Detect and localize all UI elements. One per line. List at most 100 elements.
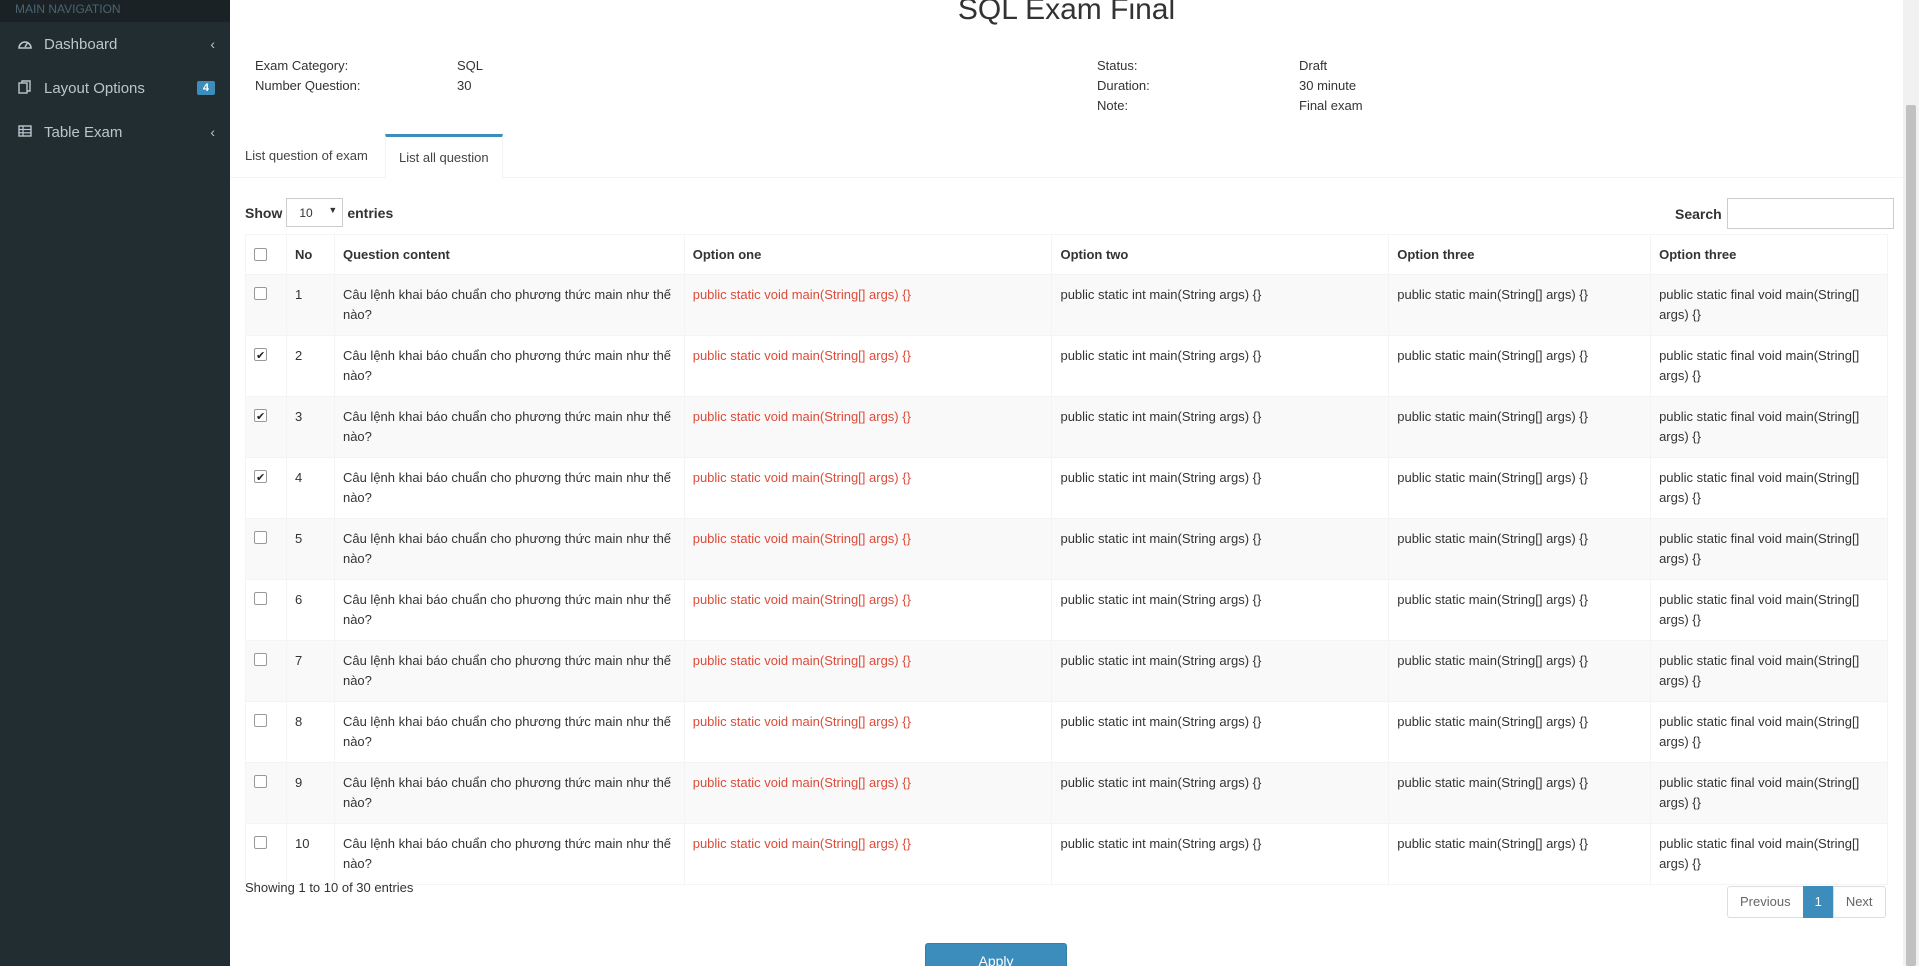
table-row[interactable]: 8 Câu lệnh khai báo chuẩn cho phương thức…: [245, 701, 1888, 763]
table-row[interactable]: 7 Câu lệnh khai báo chuẩn cho phương thức…: [245, 640, 1888, 702]
option-three: public static main(String[] args) {}: [1388, 701, 1652, 763]
sidebar-item-table-exam[interactable]: Table Exam ‹: [0, 110, 230, 154]
info-label: Duration:: [1097, 78, 1150, 93]
column-header[interactable]: Question content: [333, 234, 685, 275]
row-checkbox[interactable]: [254, 653, 267, 666]
row-select-cell: [245, 335, 287, 397]
tab-bar: List question of exam List all question: [230, 134, 1903, 179]
table-row[interactable]: 2Câu lệnh khai báo chuẩn cho phương thức…: [245, 335, 1888, 397]
question-content: Câu lệnh khai báo chuẩn cho phương thức …: [333, 640, 685, 702]
option-two: public static int main(String args) {}: [1051, 701, 1390, 763]
search-input[interactable]: [1726, 198, 1894, 229]
column-header[interactable]: Option one: [683, 234, 1053, 275]
column-header[interactable]: Option three: [1388, 234, 1652, 275]
table-row[interactable]: 4Câu lệnh khai báo chuẩn cho phương thức…: [245, 457, 1888, 519]
search-control: Search: [1675, 198, 1894, 229]
questions-table: No Question content Option one Option tw…: [245, 234, 1888, 885]
table-row[interactable]: 3Câu lệnh khai báo chuẩn cho phương thức…: [245, 396, 1888, 458]
row-checkbox[interactable]: [254, 287, 267, 300]
row-checkbox[interactable]: [254, 468, 267, 488]
table-row[interactable]: 9 Câu lệnh khai báo chuẩn cho phương thức…: [245, 762, 1888, 824]
row-checkbox[interactable]: [254, 836, 267, 849]
page-length-control: Show 10 ▼ entries: [245, 198, 393, 227]
files-icon: [18, 79, 40, 97]
column-header[interactable]: Option three: [1650, 234, 1888, 275]
option-two: public static int main(String args) {}: [1051, 762, 1390, 824]
option-one: public static void main(String[] args) {…: [683, 701, 1053, 763]
option-four: public static final void main(String[] a…: [1650, 457, 1888, 519]
sidebar-item-layout-options[interactable]: Layout Options 4: [0, 66, 230, 110]
previous-page-button[interactable]: Previous: [1727, 886, 1804, 918]
table-row[interactable]: 1 Câu lệnh khai báo chuẩn cho phương thức…: [245, 274, 1888, 336]
row-select-cell: [245, 579, 287, 641]
row-checkbox[interactable]: [254, 775, 267, 788]
column-header[interactable]: No: [285, 234, 335, 275]
sidebar: MAIN NAVIGATION Dashboard ‹ Layout Optio…: [0, 0, 230, 966]
row-select-cell: [245, 762, 287, 824]
row-number: 1: [285, 274, 335, 336]
option-four: public static final void main(String[] a…: [1650, 396, 1888, 458]
option-four: public static final void main(String[] a…: [1650, 579, 1888, 641]
question-content: Câu lệnh khai báo chuẩn cho phương thức …: [333, 396, 685, 458]
option-four: public static final void main(String[] a…: [1650, 701, 1888, 763]
next-page-button[interactable]: Next: [1832, 886, 1886, 918]
scrollbar[interactable]: [1903, 0, 1919, 966]
option-two: public static int main(String args) {}: [1051, 457, 1390, 519]
sidebar-item-dashboard[interactable]: Dashboard ‹: [0, 22, 230, 66]
row-number: 4: [285, 457, 335, 519]
row-number: 8: [285, 701, 335, 763]
page-length-select[interactable]: 10 ▼: [286, 198, 344, 227]
option-three: public static main(String[] args) {}: [1388, 640, 1652, 702]
pagination: Previous 1 Next: [1727, 886, 1886, 918]
row-number: 9: [285, 762, 335, 824]
option-one: public static void main(String[] args) {…: [683, 640, 1053, 702]
scrollbar-thumb[interactable]: [1906, 105, 1916, 966]
sidebar-item-label: Layout Options: [44, 79, 145, 97]
select-all-checkbox[interactable]: [254, 247, 267, 261]
option-four: public static final void main(String[] a…: [1650, 640, 1888, 702]
table-row[interactable]: 6 Câu lệnh khai báo chuẩn cho phương thức…: [245, 579, 1888, 641]
row-checkbox[interactable]: [254, 592, 267, 605]
question-content: Câu lệnh khai báo chuẩn cho phương thức …: [333, 457, 685, 519]
row-checkbox[interactable]: [254, 346, 267, 366]
page-length-value: 10: [299, 205, 313, 220]
row-select-cell: [245, 823, 287, 885]
option-two: public static int main(String args) {}: [1051, 640, 1390, 702]
search-label: Search: [1675, 205, 1722, 222]
option-two: public static int main(String args) {}: [1051, 518, 1390, 580]
page-1-button[interactable]: 1: [1802, 886, 1834, 918]
option-three: public static main(String[] args) {}: [1388, 335, 1652, 397]
row-checkbox[interactable]: [254, 531, 267, 544]
tab-list-all-question[interactable]: List all question: [385, 134, 503, 179]
apply-button[interactable]: Apply: [925, 943, 1067, 966]
info-label: Status:: [1097, 58, 1138, 73]
column-header[interactable]: Option two: [1051, 234, 1390, 275]
option-four: public static final void main(String[] a…: [1650, 762, 1888, 824]
row-select-cell: [245, 457, 287, 519]
select-all-header: [245, 234, 287, 275]
row-select-cell: [245, 640, 287, 702]
option-one: public static void main(String[] args) {…: [683, 396, 1053, 458]
option-three: public static main(String[] args) {}: [1388, 457, 1652, 519]
option-one: public static void main(String[] args) {…: [683, 579, 1053, 641]
sidebar-header: MAIN NAVIGATION: [0, 0, 230, 22]
page-title: SQL Exam Final: [957, 0, 1176, 26]
tab-list-question-of-exam[interactable]: List question of exam: [232, 134, 381, 178]
chevron-left-icon: ‹: [210, 36, 215, 52]
question-content: Câu lệnh khai báo chuẩn cho phương thức …: [333, 579, 685, 641]
info-value: SQL: [457, 58, 484, 73]
table-row[interactable]: 5 Câu lệnh khai báo chuẩn cho phương thức…: [245, 518, 1888, 580]
option-three: public static main(String[] args) {}: [1388, 823, 1652, 885]
table-row[interactable]: 10 Câu lệnh khai báo chuẩn cho phương thứ…: [245, 823, 1888, 885]
option-two: public static int main(String args) {}: [1051, 823, 1390, 885]
row-checkbox[interactable]: [254, 407, 267, 427]
option-one: public static void main(String[] args) {…: [683, 335, 1053, 397]
question-content: Câu lệnh khai báo chuẩn cho phương thức …: [333, 701, 685, 763]
option-three: public static main(String[] args) {}: [1388, 518, 1652, 580]
row-select-cell: [245, 396, 287, 458]
exam-info-right: Status: Draft Duration: 30 minute Note: Fin…: [1097, 56, 1363, 116]
row-number: 5: [285, 518, 335, 580]
row-checkbox[interactable]: [254, 714, 267, 727]
info-label: Exam Category:: [255, 58, 349, 73]
table-info: Showing 1 to 10 of 30 entries: [245, 880, 414, 895]
